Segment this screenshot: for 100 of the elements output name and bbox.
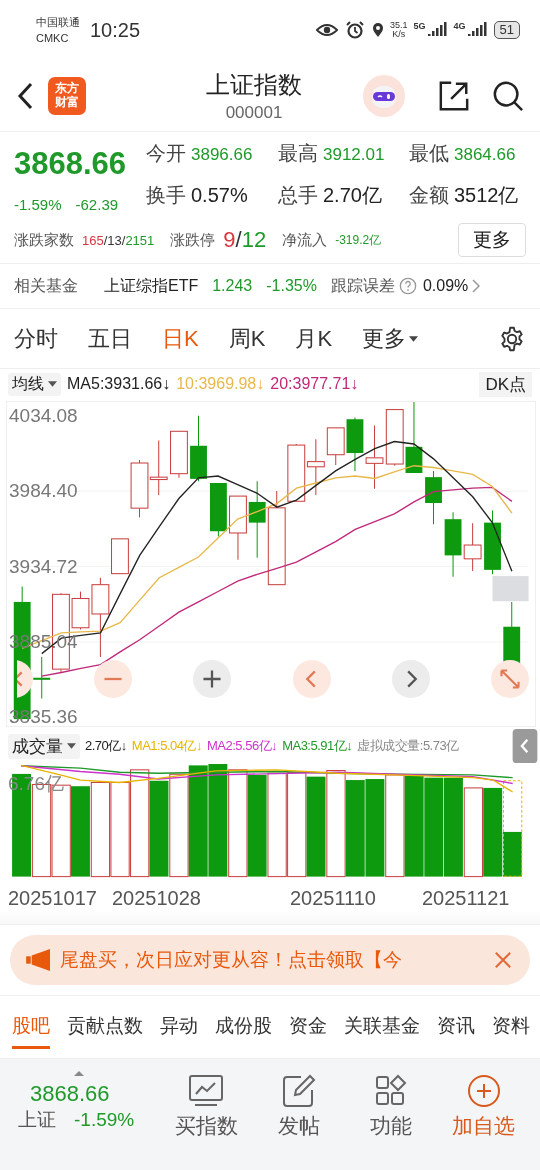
stat-label: 最低 (409, 141, 449, 166)
stat-value: 9/12 (223, 227, 267, 253)
section-tab[interactable]: 股吧 (12, 1005, 50, 1049)
app-logo: 东方 财富 (48, 76, 86, 115)
action-button[interactable]: 发帖 (252, 1073, 345, 1140)
candlestick (425, 470, 442, 525)
chart-tab[interactable]: 月K (295, 323, 333, 354)
date-label: 20251017 (8, 887, 97, 911)
chart-tab[interactable]: 分时 (14, 323, 58, 354)
page-title: 上证指数 (206, 69, 302, 100)
caret-icon (67, 743, 76, 749)
candlestick (463, 522, 482, 572)
section-tab[interactable]: 贡献点数 (67, 1005, 143, 1049)
section-tab[interactable]: 资金 (289, 1005, 327, 1049)
network-type: 5G (413, 21, 426, 31)
section-tab[interactable]: 资讯 (437, 1005, 475, 1049)
candlestick (365, 424, 384, 490)
search-icon[interactable] (492, 79, 524, 112)
stat-value: 165/13/2151 (82, 232, 155, 248)
stat-value: 3512亿 (454, 182, 519, 208)
stat-label: 净流入 (282, 230, 328, 250)
candlestick (209, 482, 227, 537)
date-label: 20251028 (112, 887, 201, 911)
change-percent: -1.59% (14, 196, 62, 213)
promo-text: 尾盘买，次日应对更从容！点击领取【今 (60, 948, 403, 972)
candlestick (149, 440, 168, 496)
expand-icon[interactable] (490, 660, 529, 698)
chevron-left-icon[interactable] (292, 660, 331, 698)
carrier-name: CMKC (36, 31, 70, 46)
collapse-tab-icon[interactable] (510, 729, 540, 763)
related-fund-label: 相关基金 (14, 275, 78, 296)
caret-icon (409, 335, 419, 342)
stat-value: 3912.01 (323, 145, 385, 165)
more-button[interactable]: 更多 (458, 223, 526, 257)
axis-label: 3934.72 (9, 555, 78, 578)
network-speed-unit: K/s (392, 30, 406, 39)
tracking-error-label: 跟踪误差 (330, 275, 395, 296)
moving-average-value: 20:3977.71↓ (270, 375, 359, 393)
fund-price: 1.243 (212, 277, 253, 295)
action-button[interactable]: 买指数 (160, 1073, 253, 1140)
zoom-in-icon[interactable] (193, 660, 232, 698)
volume-indicator-value: MA3:5.91亿↓ (282, 737, 353, 755)
chevron-right-icon[interactable] (472, 279, 481, 293)
fund-name[interactable]: 上证综指ETF (104, 275, 199, 297)
stat-label: 最高 (278, 141, 318, 166)
stat-value: 0.57% (191, 183, 248, 207)
clock-time: 10:25 (90, 18, 141, 42)
candlestick (484, 510, 501, 575)
settings-icon[interactable] (498, 324, 526, 353)
stat-label: 总手 (278, 182, 318, 208)
axis-label: 3984.40 (9, 480, 78, 503)
action-button[interactable]: 加自选 (437, 1073, 530, 1140)
date-label: 20251110 (289, 887, 376, 911)
indicator-dropdown[interactable]: 成交量 (8, 733, 80, 759)
candlestick (170, 430, 188, 479)
index-name: 上证 (18, 1107, 56, 1132)
change-percent: -1.59% (74, 1108, 135, 1131)
candlestick (405, 402, 423, 474)
volume-indicator-value: 2.70亿↓ (85, 737, 127, 755)
share-icon[interactable] (438, 79, 470, 112)
stat-value: 3896.66 (191, 145, 253, 165)
chart-tab[interactable]: 五日 (88, 323, 132, 354)
help-icon[interactable] (398, 277, 417, 295)
change-value: -62.39 (75, 196, 119, 213)
section-tab[interactable]: 成份股 (215, 1005, 272, 1049)
trend-chart-icon (188, 1073, 225, 1108)
candlestick (346, 417, 364, 472)
candlestick (385, 409, 404, 467)
dk-button[interactable]: DK点 (479, 371, 532, 397)
more-dropdown[interactable]: 更多 (362, 323, 419, 354)
caret-up-icon[interactable] (74, 1070, 84, 1076)
stat-value: -319.2亿 (335, 231, 382, 249)
indicator-dropdown[interactable]: 均线 (8, 372, 61, 396)
section-tab[interactable]: 异动 (160, 1005, 198, 1049)
volume-indicator-value: MA2:5.56亿↓ (206, 737, 278, 755)
close-icon[interactable] (494, 951, 512, 969)
axis-label: 3835.36 (9, 706, 78, 729)
chevron-right-icon[interactable] (391, 660, 430, 698)
carrier-name: 中国联通 (36, 14, 80, 30)
action-button[interactable]: 功能 (345, 1073, 438, 1140)
candlestick (229, 495, 247, 561)
signal-icon (427, 22, 448, 38)
chart-tab[interactable]: 周K (228, 323, 266, 354)
network-type: 4G (453, 21, 466, 31)
stat-label: 涨跌停 (170, 230, 216, 250)
battery-level: 51 (493, 21, 520, 39)
stat-label: 金额 (409, 182, 449, 208)
section-tab[interactable]: 关联基金 (344, 1005, 420, 1049)
network-speed: 35.1 (389, 21, 408, 30)
chart-tab[interactable]: 日K (162, 323, 199, 354)
stat-value: 2.70亿 (323, 182, 382, 208)
stat-label: 涨跌家数 (14, 230, 74, 250)
index-price: 3868.66 (14, 146, 128, 182)
section-tab[interactable]: 资料 (492, 1005, 530, 1049)
zoom-out-icon[interactable] (94, 660, 133, 698)
date-label: 20251121 (422, 887, 510, 911)
candlestick (190, 415, 207, 482)
robot-avatar-icon[interactable] (362, 73, 406, 118)
stat-value: 3864.66 (454, 145, 516, 165)
megaphone-icon (26, 949, 52, 971)
